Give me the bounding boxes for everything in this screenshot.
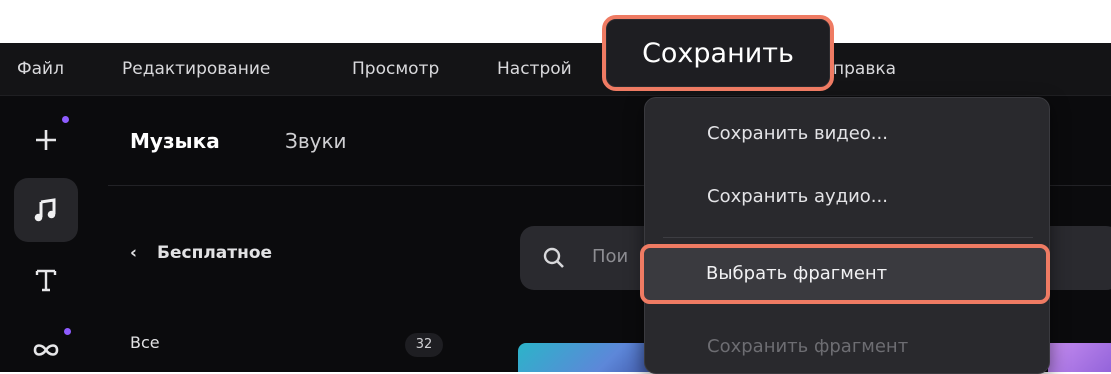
menu-save[interactable]: Сохранить <box>602 15 834 91</box>
menu-settings[interactable]: Настрой <box>497 43 572 95</box>
menu-item-save-video[interactable]: Сохранить видео... <box>707 123 888 144</box>
menu-view[interactable]: Просмотр <box>352 43 439 95</box>
menu-item-select-fragment-label: Выбрать фрагмент <box>706 263 888 284</box>
tab-music[interactable]: Музыка <box>130 129 220 153</box>
menu-save-label: Сохранить <box>642 38 794 69</box>
menu-help[interactable]: правка <box>833 43 896 95</box>
category-back-button[interactable]: ‹ Бесплатное <box>130 243 272 263</box>
save-dropdown-menu: Сохранить видео... Сохранить аудио... Со… <box>644 97 1050 374</box>
new-indicator-dot <box>62 116 69 123</box>
transitions-button[interactable] <box>14 318 78 372</box>
menu-item-save-audio[interactable]: Сохранить аудио... <box>707 186 888 207</box>
menu-separator <box>663 237 1033 238</box>
category-count-badge: 32 <box>405 333 443 357</box>
transitions-icon <box>33 344 59 356</box>
tab-sounds[interactable]: Звуки <box>285 129 347 153</box>
sidebar <box>0 96 92 372</box>
text-icon <box>35 269 57 292</box>
add-button[interactable] <box>14 108 78 172</box>
menu-item-select-fragment[interactable]: Выбрать фрагмент <box>640 244 1050 304</box>
category-item-all[interactable]: Все <box>130 333 160 352</box>
menu-file[interactable]: Файл <box>17 43 64 95</box>
category-title: Бесплатное <box>157 243 273 263</box>
menu-edit[interactable]: Редактирование <box>122 43 270 95</box>
add-icon <box>36 130 56 150</box>
search-placeholder: Пои <box>592 246 629 267</box>
menu-item-save-fragment[interactable]: Сохранить фрагмент <box>707 336 908 357</box>
music-note-icon <box>34 198 56 222</box>
track-thumbnail[interactable] <box>518 343 658 372</box>
track-thumbnail[interactable] <box>1048 343 1111 372</box>
chevron-left-icon: ‹ <box>130 243 138 263</box>
text-button[interactable] <box>14 248 78 312</box>
menu-bar: Файл Редактирование Просмотр Настрой пра… <box>0 43 1111 96</box>
new-indicator-dot <box>64 328 71 335</box>
music-button[interactable] <box>14 178 78 242</box>
search-icon <box>543 247 564 268</box>
